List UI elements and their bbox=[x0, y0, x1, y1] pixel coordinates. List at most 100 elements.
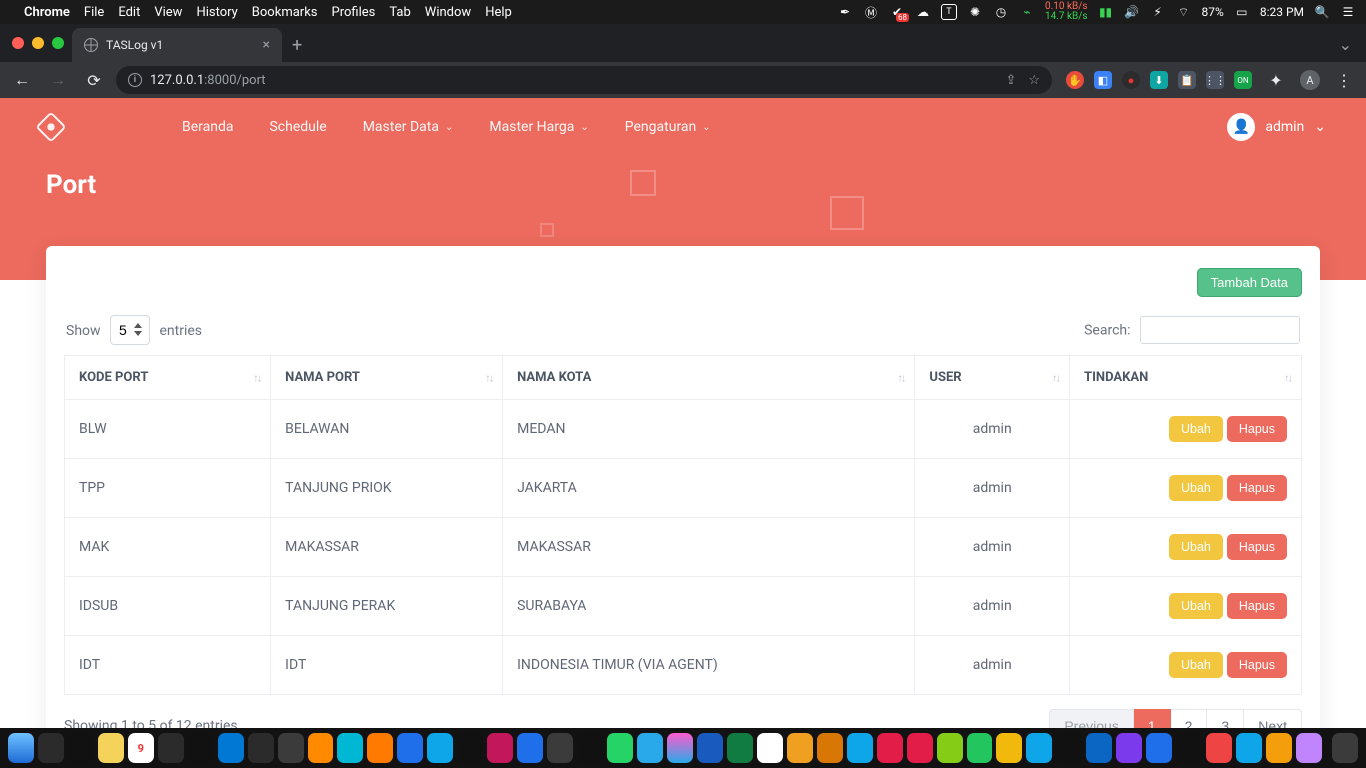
dock-launchpad-icon[interactable] bbox=[38, 733, 64, 763]
clock-icon[interactable]: ◷ bbox=[993, 4, 1009, 20]
search-input[interactable] bbox=[1140, 316, 1300, 344]
dock-app10-icon[interactable] bbox=[817, 733, 843, 763]
status-m-icon[interactable]: Ⓜ bbox=[863, 4, 879, 20]
user-menu[interactable]: 👤 admin ⌄ bbox=[1227, 113, 1326, 141]
window-close-button[interactable] bbox=[12, 37, 24, 49]
ext-on-icon[interactable]: ON bbox=[1234, 71, 1252, 89]
browser-tab[interactable]: TASLog v1 × bbox=[72, 28, 282, 62]
nav-master-harga[interactable]: Master Harga⌄ bbox=[489, 119, 588, 135]
dock-telegram-icon[interactable] bbox=[637, 733, 663, 763]
menu-file[interactable]: File bbox=[84, 5, 104, 20]
cloud-icon[interactable]: ☁ bbox=[915, 4, 931, 20]
activity-icon[interactable]: ⌁ bbox=[1019, 4, 1035, 20]
bookmark-star-icon[interactable]: ☆ bbox=[1028, 73, 1040, 88]
spotlight-icon[interactable]: 🔍 bbox=[1314, 4, 1330, 20]
new-tab-button[interactable]: + bbox=[282, 35, 312, 62]
dock-terminal-icon[interactable] bbox=[188, 733, 214, 763]
all-tabs-button[interactable]: ⌄ bbox=[1325, 35, 1366, 62]
add-data-button[interactable]: Tambah Data bbox=[1197, 268, 1302, 297]
col-user[interactable]: USER↑↓ bbox=[915, 356, 1070, 400]
app-logo-icon[interactable] bbox=[35, 111, 66, 142]
nav-beranda[interactable]: Beranda bbox=[182, 119, 233, 135]
edit-button[interactable]: Ubah bbox=[1169, 416, 1223, 442]
feather-icon[interactable]: ✒︎ bbox=[837, 4, 853, 20]
bars-icon[interactable]: ▮▮ bbox=[1098, 4, 1114, 20]
dock-linkedin-icon[interactable] bbox=[1086, 733, 1112, 763]
dock-app13-icon[interactable] bbox=[907, 733, 933, 763]
dock-app14-icon[interactable] bbox=[937, 733, 963, 763]
dock-calendar-icon[interactable]: 9 bbox=[128, 733, 154, 763]
ext-clipboard-icon[interactable]: 📋 bbox=[1178, 71, 1196, 89]
ext-download-icon[interactable]: ⬇ bbox=[1150, 71, 1168, 89]
dock-app12-icon[interactable] bbox=[877, 733, 903, 763]
dock-spotify-icon[interactable] bbox=[577, 733, 603, 763]
window-minimize-button[interactable] bbox=[32, 37, 44, 49]
status-t-icon[interactable]: T bbox=[941, 4, 957, 20]
dock-vscode-icon[interactable] bbox=[218, 733, 244, 763]
dock-app4-icon[interactable] bbox=[308, 733, 334, 763]
dock-app22-icon[interactable] bbox=[1266, 733, 1292, 763]
network-stats[interactable]: 0.10 kB/s 14.7 kB/s bbox=[1045, 2, 1088, 22]
share-icon[interactable]: ⇪ bbox=[1005, 73, 1016, 88]
extensions-puzzle-icon[interactable]: ✦ bbox=[1262, 66, 1290, 94]
menu-history[interactable]: History bbox=[196, 5, 237, 20]
ext-record-icon[interactable]: ● bbox=[1122, 71, 1140, 89]
dock-docker-icon[interactable] bbox=[427, 733, 453, 763]
dock-evernote-icon[interactable] bbox=[967, 733, 993, 763]
edit-button[interactable]: Ubah bbox=[1169, 593, 1223, 619]
menubar-clock[interactable]: 8:23 PM bbox=[1260, 5, 1304, 19]
page-length-select[interactable]: 5 bbox=[110, 315, 150, 345]
ext-adblock-icon[interactable]: ✋ bbox=[1066, 71, 1084, 89]
dock-binance-icon[interactable] bbox=[996, 733, 1022, 763]
volume-icon[interactable]: 🔊 bbox=[1124, 4, 1140, 20]
window-zoom-button[interactable] bbox=[52, 37, 64, 49]
back-button[interactable]: ← bbox=[8, 66, 36, 94]
col-nama-port[interactable]: NAMA PORT↑↓ bbox=[271, 356, 503, 400]
delete-button[interactable]: Hapus bbox=[1227, 652, 1287, 678]
bolt-icon[interactable]: ⚡︎ bbox=[1150, 4, 1166, 20]
dock-app-icon[interactable] bbox=[158, 733, 184, 763]
dock-music-icon[interactable] bbox=[667, 733, 693, 763]
menu-profiles[interactable]: Profiles bbox=[332, 5, 376, 20]
page-prev-button[interactable]: Previous bbox=[1049, 709, 1133, 728]
control-center-icon[interactable]: ☰ bbox=[1340, 4, 1356, 20]
dock-notes-icon[interactable] bbox=[98, 733, 124, 763]
page-1-button[interactable]: 1 bbox=[1134, 709, 1171, 728]
tab-close-icon[interactable]: × bbox=[263, 37, 270, 53]
dock-app17-icon[interactable] bbox=[1116, 733, 1142, 763]
dock-intellij-icon[interactable] bbox=[457, 733, 483, 763]
dock-trash-icon[interactable] bbox=[1332, 733, 1358, 763]
dock-word-icon[interactable] bbox=[697, 733, 723, 763]
menu-help[interactable]: Help bbox=[485, 5, 512, 20]
battery-icon[interactable]: ▭ bbox=[1234, 4, 1250, 20]
page-next-button[interactable]: Next bbox=[1244, 709, 1302, 728]
nav-schedule[interactable]: Schedule bbox=[269, 119, 326, 135]
page-3-button[interactable]: 3 bbox=[1207, 709, 1244, 728]
delete-button[interactable]: Hapus bbox=[1227, 534, 1287, 560]
menu-app[interactable]: Chrome bbox=[24, 5, 70, 20]
dock-app18-icon[interactable] bbox=[1146, 733, 1172, 763]
dock-app7-icon[interactable] bbox=[397, 733, 423, 763]
profile-avatar[interactable]: A bbox=[1300, 70, 1320, 90]
edit-button[interactable]: Ubah bbox=[1169, 534, 1223, 560]
menu-window[interactable]: Window bbox=[425, 5, 471, 20]
menu-edit[interactable]: Edit bbox=[118, 5, 140, 20]
dock-sublime-icon[interactable] bbox=[547, 733, 573, 763]
dock-app3-icon[interactable] bbox=[278, 733, 304, 763]
dock-finder-icon[interactable] bbox=[8, 733, 34, 763]
col-nama-kota[interactable]: NAMA KOTA↑↓ bbox=[503, 356, 915, 400]
menu-view[interactable]: View bbox=[154, 5, 182, 20]
chrome-menu-icon[interactable]: ⋮ bbox=[1330, 66, 1358, 94]
wifi-icon[interactable]: ⌔ bbox=[1176, 4, 1192, 20]
edit-button[interactable]: Ubah bbox=[1169, 652, 1223, 678]
dock-app2-icon[interactable] bbox=[248, 733, 274, 763]
macos-dock[interactable]: 9 bbox=[0, 728, 1366, 768]
site-info-icon[interactable]: i bbox=[128, 73, 142, 87]
page-2-button[interactable]: 2 bbox=[1171, 709, 1208, 728]
nav-master-data[interactable]: Master Data⌄ bbox=[363, 119, 454, 135]
dock-app19-icon[interactable] bbox=[1176, 733, 1202, 763]
address-bar[interactable]: i 127.0.0.1:8000/port ⇪ ☆ bbox=[116, 66, 1052, 94]
col-tindakan[interactable]: TINDAKAN↑↓ bbox=[1070, 356, 1302, 400]
edit-button[interactable]: Ubah bbox=[1169, 475, 1223, 501]
ext-robot-icon[interactable]: ⋮⋮ bbox=[1206, 71, 1224, 89]
